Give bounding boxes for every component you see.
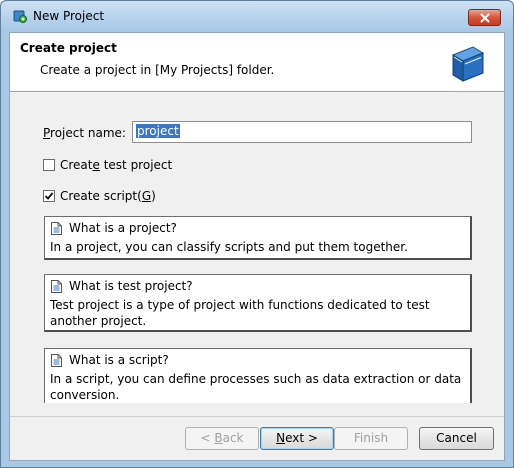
create-script-label[interactable]: Create script(G) xyxy=(60,189,156,203)
info-title: What is a script? xyxy=(69,353,169,367)
project-name-label: Project name: xyxy=(43,126,126,140)
document-icon xyxy=(51,280,62,296)
project-name-value: project xyxy=(136,124,180,138)
wizard-header: Create project Create a project in [My P… xyxy=(10,33,504,92)
project-name-input[interactable]: project xyxy=(132,121,472,143)
book-icon xyxy=(447,45,487,86)
finish-button[interactable]: Finish xyxy=(334,427,408,450)
new-project-icon xyxy=(13,9,27,23)
window-title: New Project xyxy=(33,9,105,23)
title-bar[interactable]: New Project xyxy=(1,1,513,31)
info-title: What is test project? xyxy=(69,279,193,293)
next-button[interactable]: Next > xyxy=(260,427,334,450)
info-body: Test project is a type of project with f… xyxy=(50,298,430,328)
info-box-project: What is a project? In a project, you can… xyxy=(44,216,472,260)
back-button[interactable]: < Back xyxy=(185,427,259,450)
info-title: What is a project? xyxy=(69,221,177,235)
close-button[interactable] xyxy=(468,9,501,26)
separator xyxy=(10,416,504,417)
cancel-button[interactable]: Cancel xyxy=(419,427,494,450)
info-box-script: What is a script? In a script, you can d… xyxy=(44,348,472,403)
close-icon xyxy=(480,13,490,23)
info-body: In a project, you can classify scripts a… xyxy=(50,240,408,254)
header-description: Create a project in [My Projects] folder… xyxy=(40,63,275,77)
info-body: In a script, you can define processes su… xyxy=(50,372,462,402)
info-box-test-project: What is test project? Test project is a … xyxy=(44,274,472,332)
create-script-checkbox[interactable] xyxy=(43,190,55,202)
create-test-project-label[interactable]: Create test project xyxy=(60,158,172,172)
dialog-window: New Project Create project Create a proj… xyxy=(0,0,514,468)
create-test-project-checkbox[interactable] xyxy=(43,159,55,171)
header-title: Create project xyxy=(20,41,117,55)
checkmark-icon xyxy=(44,192,54,200)
dialog-client: Create project Create a project in [My P… xyxy=(9,32,505,461)
document-icon xyxy=(51,222,62,238)
document-icon xyxy=(51,354,62,370)
